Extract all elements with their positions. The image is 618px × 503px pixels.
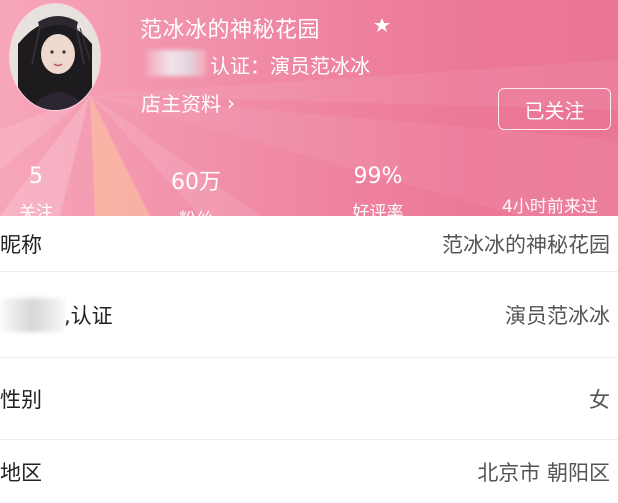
shop-title: 范冰冰的神秘花园: [140, 18, 321, 43]
stat-following[interactable]: 5 关注: [14, 164, 58, 216]
stat-positive-rate-label: 好评率: [352, 203, 404, 216]
info-row-verification: ,认证 演员范冰冰: [0, 272, 618, 358]
info-row-gender: 性别 女: [0, 358, 618, 440]
stat-following-count: 5: [29, 164, 43, 189]
info-label-verification-wrap: ,认证: [0, 297, 113, 332]
avatar-image: [10, 4, 100, 110]
info-value-region: 北京市 朝阳区: [477, 460, 610, 485]
shop-owner-info-label: 店主资料: [141, 92, 221, 116]
info-label-nickname: 昵称: [0, 232, 42, 257]
info-row-region: 地区 北京市 朝阳区: [0, 440, 618, 503]
info-value-nickname: 范冰冰的神秘花园: [442, 232, 610, 257]
info-value-gender: 女: [589, 387, 610, 412]
stat-following-label: 关注: [19, 203, 53, 216]
info-label-gender: 性别: [0, 387, 42, 412]
flame-badge-icon: [372, 16, 392, 34]
verification-text: 认证：演员范冰冰: [210, 54, 370, 78]
profile-header: 范冰冰的神秘花园 认证：演员范冰冰 店主资料 › 已关注 5 关注 60万 粉丝…: [0, 0, 618, 216]
last-visit-text: 4小时前来过: [502, 197, 598, 216]
info-label-region: 地区: [0, 460, 42, 485]
stat-fans-label: 粉丝: [155, 205, 237, 216]
info-value-verification: 演员范冰冰: [505, 303, 610, 328]
stat-fans[interactable]: 60万 粉丝: [155, 164, 237, 216]
followed-button[interactable]: 已关注: [498, 88, 611, 130]
shop-owner-info-link[interactable]: 店主资料 ›: [141, 88, 235, 117]
stat-positive-rate-value: 99%: [353, 164, 403, 189]
shop-avatar[interactable]: [10, 4, 100, 110]
blurred-name: [146, 50, 206, 76]
stat-positive-rate[interactable]: 99% 好评率: [340, 164, 416, 216]
stat-fans-count: 60万: [171, 170, 221, 195]
chevron-right-icon: ›: [227, 90, 235, 115]
info-row-nickname: 昵称 范冰冰的神秘花园: [0, 216, 618, 272]
blurred-name: [0, 297, 64, 332]
shop-info-list: 昵称 范冰冰的神秘花园 ,认证 演员范冰冰 性别 女 地区 北京市 朝阳区: [0, 216, 618, 503]
info-label-verification: ,认证: [64, 303, 113, 328]
